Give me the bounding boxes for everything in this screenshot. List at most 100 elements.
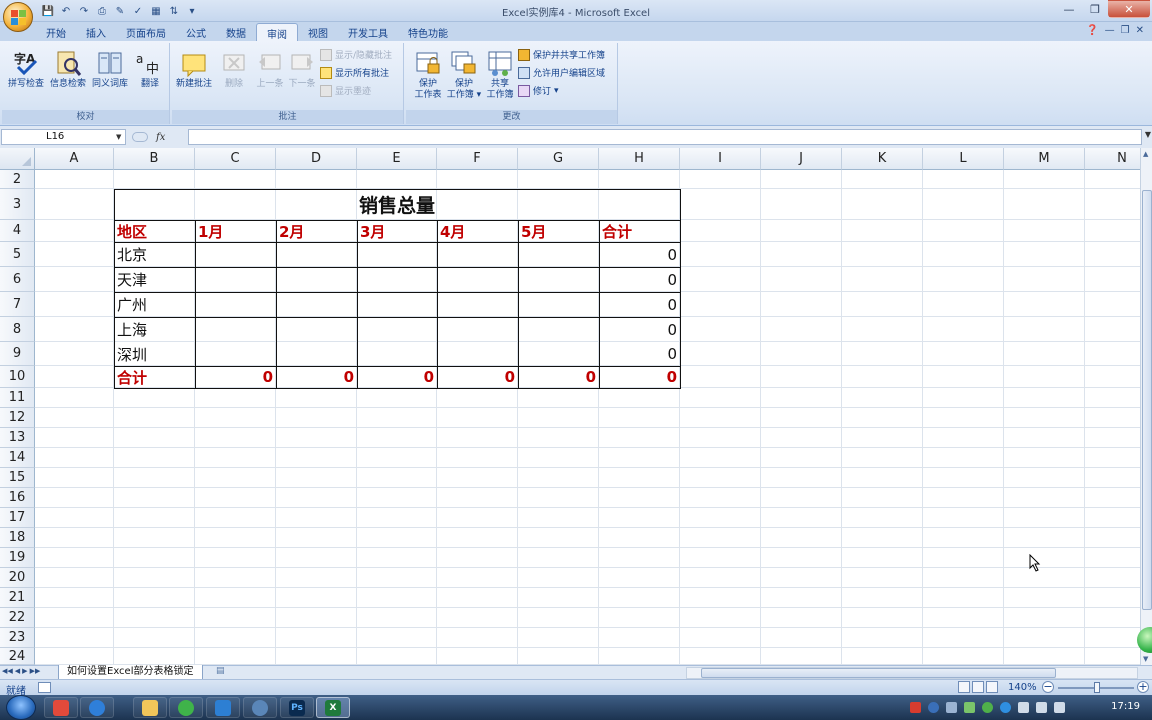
show-hide-comment-button[interactable]: 显示/隐藏批注: [320, 46, 392, 63]
taskbar-item-browser[interactable]: [80, 697, 114, 718]
header-jan[interactable]: 1月: [195, 220, 276, 242]
row-header-23[interactable]: 23: [0, 628, 35, 648]
input-method-icon[interactable]: [910, 702, 921, 713]
column-header-h[interactable]: H: [599, 148, 680, 170]
security-tray-icon[interactable]: [982, 702, 993, 713]
column-header-b[interactable]: B: [114, 148, 195, 170]
column-header-m[interactable]: M: [1004, 148, 1085, 170]
macro-record-icon[interactable]: [38, 682, 51, 693]
scroll-up-icon[interactable]: ▲: [1143, 150, 1148, 158]
header-region[interactable]: 地区: [114, 220, 195, 242]
delete-comment-button[interactable]: 删除: [214, 45, 254, 107]
column-header-n[interactable]: N: [1085, 148, 1140, 170]
column-total-cell[interactable]: 0: [437, 366, 518, 388]
minimize-button[interactable]: —: [1056, 0, 1082, 18]
show-ink-button[interactable]: 显示墨迹: [320, 82, 371, 99]
row-header-15[interactable]: 15: [0, 468, 35, 488]
taskbar-item-network[interactable]: [243, 697, 277, 718]
row-header-10[interactable]: 10: [0, 366, 35, 388]
protect-and-share-button[interactable]: 保护并共享工作簿: [518, 46, 605, 63]
allow-edit-ranges-button[interactable]: 允许用户编辑区域: [518, 64, 605, 81]
horizontal-scrollbar[interactable]: [686, 667, 1138, 679]
vertical-scrollbar[interactable]: ▲ ▼: [1140, 148, 1152, 665]
region-cell[interactable]: 深圳: [114, 342, 195, 366]
translate-button[interactable]: a中 翻译: [130, 45, 170, 107]
header-apr[interactable]: 4月: [437, 220, 518, 242]
row-header-14[interactable]: 14: [0, 448, 35, 468]
name-box-dropdown-icon[interactable]: ▼: [116, 133, 121, 141]
page-break-view-icon[interactable]: [986, 681, 998, 693]
row-total-cell[interactable]: 0: [599, 317, 680, 342]
new-comment-button[interactable]: 新建批注: [174, 45, 214, 107]
normal-view-icon[interactable]: [958, 681, 970, 693]
protect-workbook-button[interactable]: 保护 工作簿 ▾: [444, 45, 484, 107]
row-header-13[interactable]: 13: [0, 428, 35, 448]
zoom-slider-thumb[interactable]: [1094, 682, 1100, 693]
protect-sheet-button[interactable]: 保护 工作表: [408, 45, 448, 107]
sheet-tab-active[interactable]: 如何设置Excel部分表格锁定: [58, 665, 203, 680]
help-tray-icon[interactable]: [928, 702, 939, 713]
tab-formulas[interactable]: 公式: [176, 23, 216, 41]
row-header-3[interactable]: 3: [0, 189, 35, 220]
volume-icon[interactable]: [1036, 702, 1047, 713]
first-sheet-icon[interactable]: ◀◀: [2, 667, 13, 675]
row-header-24[interactable]: 24: [0, 648, 35, 665]
row-header-17[interactable]: 17: [0, 508, 35, 528]
next-sheet-icon[interactable]: ▶: [22, 667, 27, 675]
tab-review[interactable]: 审阅: [256, 23, 298, 41]
column-total-cell[interactable]: 0: [195, 366, 276, 388]
tab-special-features[interactable]: 特色功能: [398, 23, 458, 41]
start-button[interactable]: [6, 695, 36, 720]
column-total-cell[interactable]: 0: [518, 366, 599, 388]
close-button[interactable]: ✕: [1108, 0, 1150, 18]
tab-home[interactable]: 开始: [36, 23, 76, 41]
spelling-check-button[interactable]: 字A 拼写检查: [6, 45, 46, 107]
taskbar-item-photoshop[interactable]: Ps: [280, 697, 314, 718]
column-header-f[interactable]: F: [437, 148, 518, 170]
insert-function-button[interactable]: fx: [156, 132, 165, 143]
row-header-21[interactable]: 21: [0, 588, 35, 608]
battery-icon[interactable]: [964, 702, 975, 713]
row-header-2[interactable]: 2: [0, 170, 35, 189]
row-header-4[interactable]: 4: [0, 220, 35, 242]
column-header-g[interactable]: G: [518, 148, 599, 170]
insert-sheet-icon[interactable]: ▤: [216, 666, 236, 679]
column-header-l[interactable]: L: [923, 148, 1004, 170]
total-label-cell[interactable]: 合计: [114, 366, 195, 388]
row-total-cell[interactable]: 0: [599, 292, 680, 317]
thesaurus-button[interactable]: 同义词库: [90, 45, 130, 107]
horizontal-scroll-thumb[interactable]: [701, 668, 1056, 678]
table-title[interactable]: 销售总量: [114, 189, 680, 220]
formula-expand-icon[interactable]: ▼: [1145, 130, 1151, 139]
header-feb[interactable]: 2月: [276, 220, 357, 242]
column-header-c[interactable]: C: [195, 148, 276, 170]
zoom-level[interactable]: 140%: [1008, 682, 1037, 693]
taskbar-item-excel[interactable]: X: [316, 697, 350, 718]
tab-developer[interactable]: 开发工具: [338, 23, 398, 41]
header-mar[interactable]: 3月: [357, 220, 437, 242]
office-button[interactable]: [3, 2, 33, 32]
taskbar-item-security[interactable]: [44, 697, 78, 718]
share-workbook-button[interactable]: 共享 工作簿: [480, 45, 520, 107]
track-changes-button[interactable]: 修订 ▾: [518, 82, 559, 99]
region-cell[interactable]: 天津: [114, 267, 195, 292]
zoom-in-icon[interactable]: +: [1137, 681, 1149, 693]
row-header-7[interactable]: 7: [0, 292, 35, 317]
page-layout-view-icon[interactable]: [972, 681, 984, 693]
ribbon-close-icon[interactable]: ✕: [1136, 25, 1144, 36]
row-header-16[interactable]: 16: [0, 488, 35, 508]
network-signal-icon[interactable]: [1054, 702, 1065, 713]
prev-sheet-icon[interactable]: ◀: [15, 667, 20, 675]
region-cell[interactable]: 北京: [114, 242, 195, 267]
flag-icon[interactable]: [1018, 702, 1029, 713]
maximize-button[interactable]: ❐: [1082, 0, 1108, 18]
column-total-cell[interactable]: 0: [357, 366, 437, 388]
show-all-comments-button[interactable]: 显示所有批注: [320, 64, 389, 81]
row-total-cell[interactable]: 0: [599, 342, 680, 366]
formula-input[interactable]: [188, 129, 1142, 145]
help-icon[interactable]: ❓: [1086, 25, 1098, 36]
column-header-a[interactable]: A: [35, 148, 114, 170]
tab-insert[interactable]: 插入: [76, 23, 116, 41]
select-all-button[interactable]: [0, 148, 35, 170]
header-total[interactable]: 合计: [599, 220, 680, 242]
